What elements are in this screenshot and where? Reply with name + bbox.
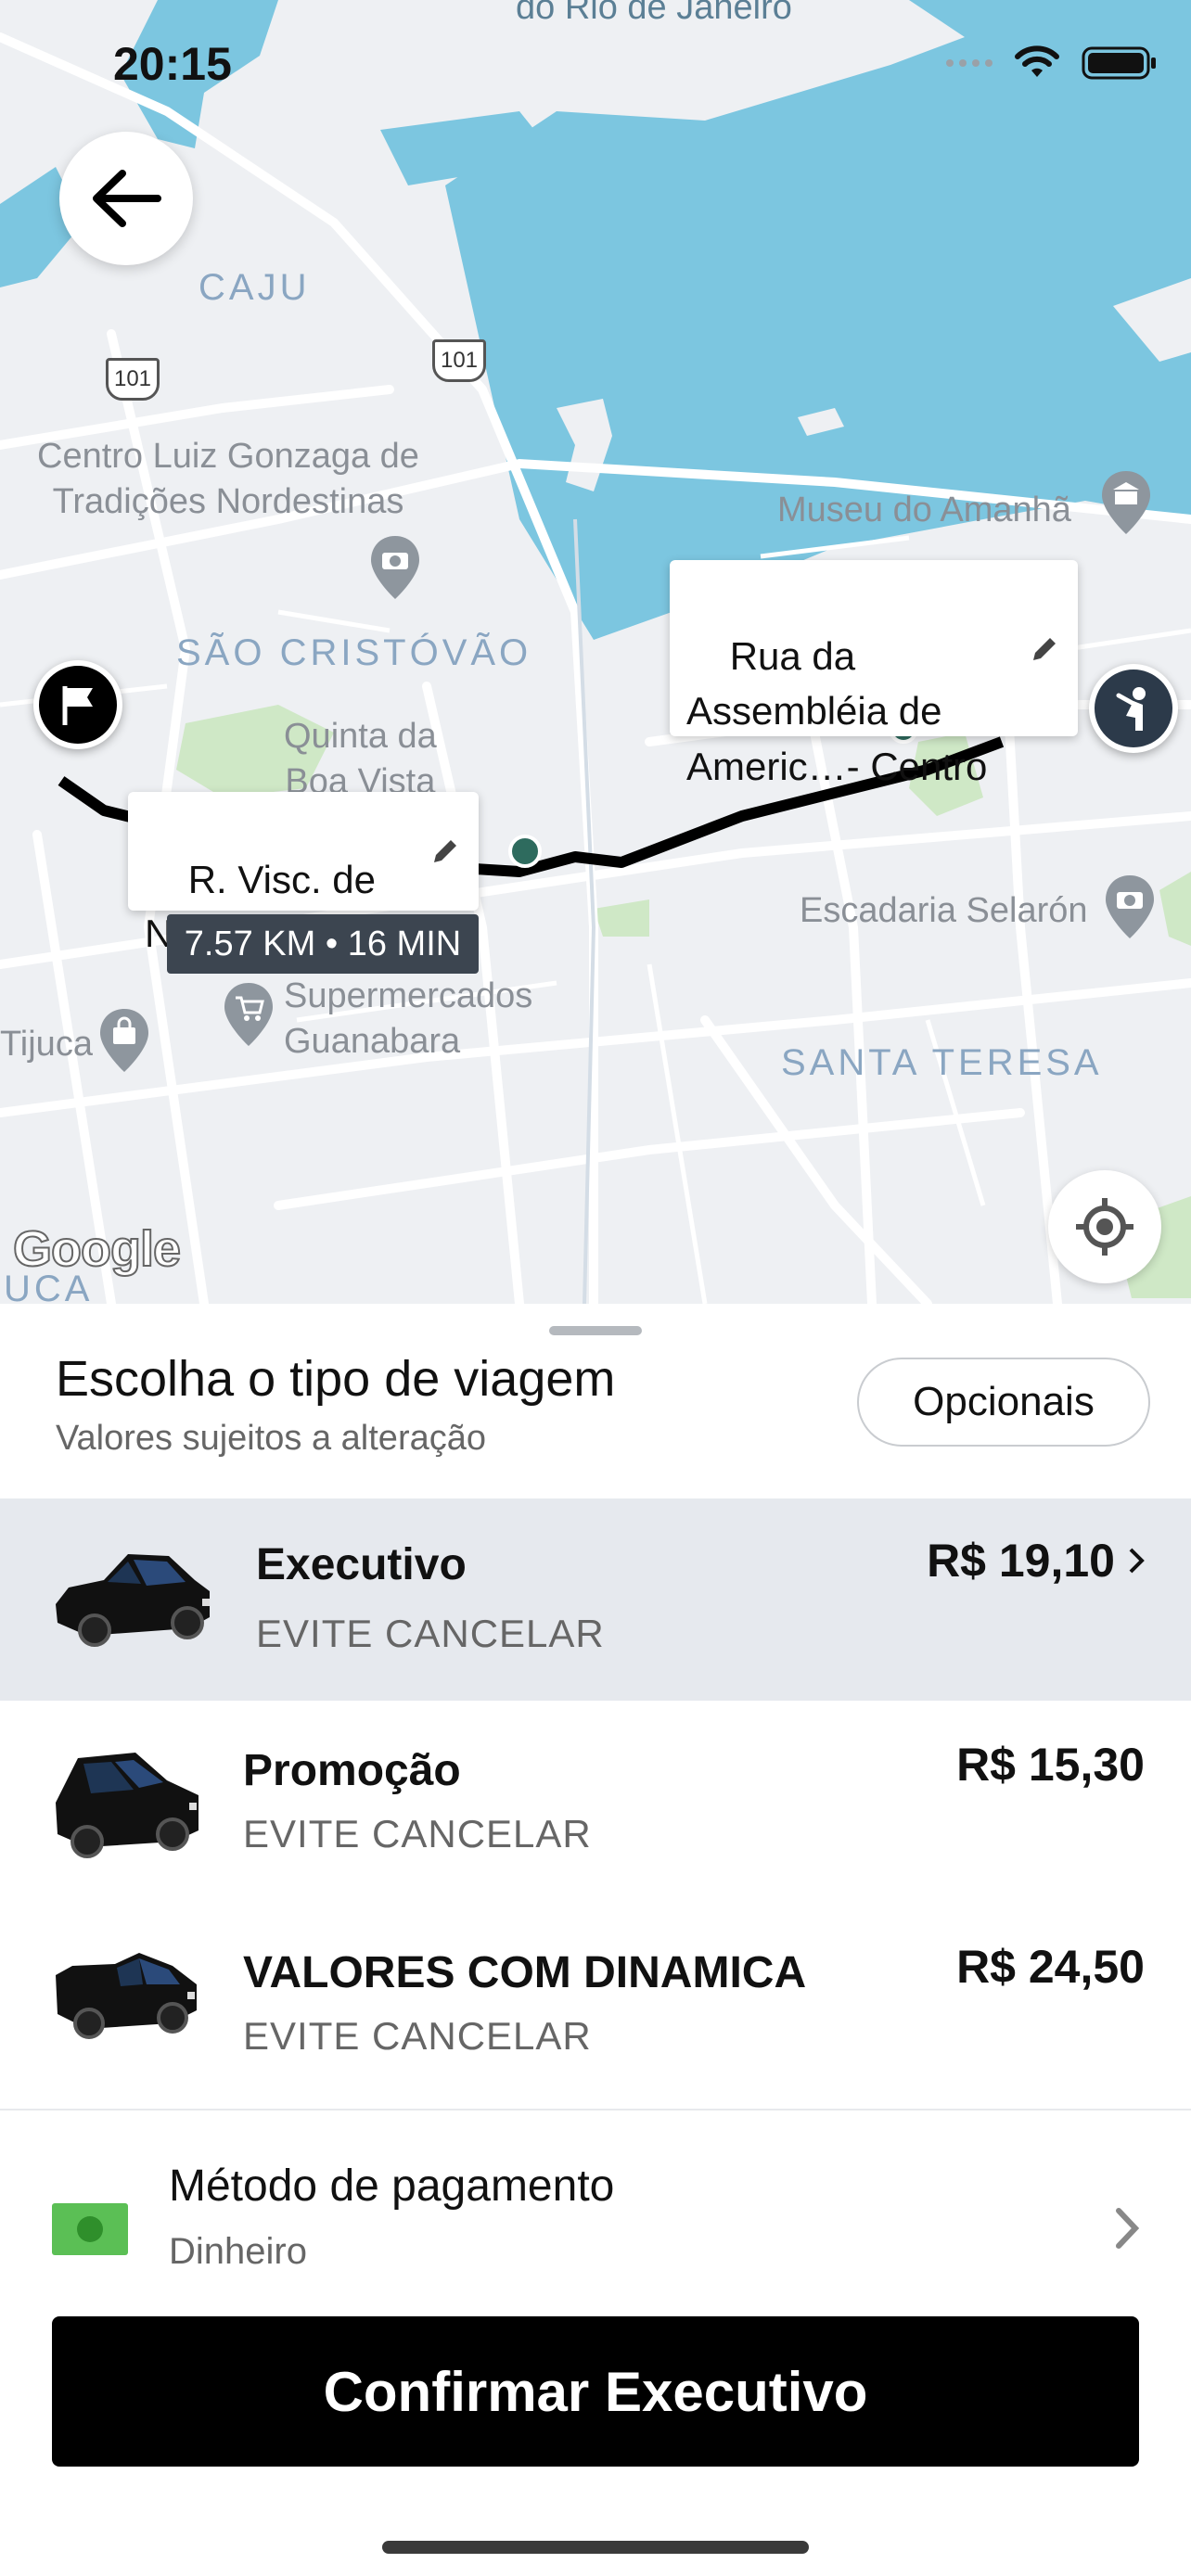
payment-title: Método de pagamento: [169, 2162, 615, 2211]
camera-poi-icon: [371, 536, 419, 599]
sheet-title: Escolha o tipo de viagem: [56, 1351, 616, 1407]
ride-option-executivo[interactable]: Executivo EVITE CANCELAR R$ 19,10: [0, 1498, 1191, 1701]
map-district-label: SÃO CRISTÓVÃO: [176, 632, 532, 673]
car-icon: [56, 1554, 210, 1647]
flag-icon: [62, 686, 93, 725]
options-button[interactable]: Opcionais: [857, 1358, 1150, 1447]
ride-note: EVITE CANCELAR: [256, 1612, 605, 1655]
wifi-icon: [1015, 45, 1059, 77]
ride-selection-sheet: Escolha o tipo de viagem Valores sujeito…: [0, 1304, 1191, 2576]
ride-name: VALORES COM DINAMICA: [243, 1948, 807, 1997]
signal-icon: [946, 59, 992, 67]
crosshair-icon: [1076, 1198, 1133, 1256]
ride-price: R$ 15,30: [956, 1739, 1145, 1791]
route-shield: 101: [432, 339, 486, 382]
home-indicator[interactable]: [382, 2541, 809, 2554]
back-button[interactable]: [59, 132, 193, 265]
ride-price: R$ 24,50: [956, 1941, 1145, 1993]
chevron-right-icon: [1129, 1548, 1145, 1574]
car-icon: [56, 1953, 197, 2039]
map-label: Tijuca: [0, 1025, 93, 1064]
cash-icon: [52, 2203, 128, 2255]
destination-address-card[interactable]: Rua da Assembléia de Americ…- Centro: [670, 560, 1078, 788]
sheet-grabber[interactable]: [549, 1326, 642, 1335]
ride-option-promocao[interactable]: Promoção EVITE CANCELAR R$ 15,30: [0, 1701, 1191, 1903]
chevron-right-icon: [1116, 2208, 1140, 2249]
payment-method-row[interactable]: Método de pagamento Dinheiro: [0, 2138, 1191, 2315]
map-district-label: SANTA TERESA: [781, 1042, 1103, 1083]
ride-name: Promoção: [243, 1746, 461, 1795]
destination-marker[interactable]: [1089, 664, 1178, 753]
museum-poi-icon: [1102, 471, 1150, 534]
map-label: Centro Luiz Gonzaga de Tradições Nordest…: [37, 437, 419, 522]
ride-note: EVITE CANCELAR: [243, 1812, 592, 1855]
map-label: Museu do Amanhã: [777, 491, 1071, 529]
map-label: Escadaria Selarón: [800, 891, 1088, 930]
pencil-icon[interactable]: [1028, 632, 1061, 666]
ride-name: Executivo: [256, 1540, 467, 1589]
status-icons: [946, 45, 1158, 82]
map-district-label: CAJU: [198, 267, 311, 308]
pencil-icon[interactable]: [429, 835, 462, 868]
sheet-subtitle: Valores sujeitos a alteração: [56, 1419, 486, 1458]
camera-poi-icon: [1106, 875, 1154, 938]
ride-note: EVITE CANCELAR: [243, 2014, 592, 2058]
route-shield: 101: [106, 358, 160, 401]
payment-value: Dinheiro: [169, 2231, 307, 2272]
map-label: Supermercados Guanabara: [284, 976, 533, 1062]
map-label: do Rio de Janeiro: [516, 0, 792, 27]
pickup-address-card[interactable]: R. Visc. de Niterói, 1072: [128, 792, 479, 955]
status-time: 20:15: [113, 38, 232, 90]
google-logo: Google: [12, 1220, 182, 1278]
cart-poi-icon: [224, 983, 273, 1046]
map-view[interactable]: 101 101 do Rio de Janeiro CAJU Centro Lu…: [0, 0, 1191, 1304]
ride-price: R$ 19,10: [927, 1535, 1115, 1587]
arrow-left-icon: [93, 170, 161, 227]
car-icon: [56, 1753, 198, 1858]
destination-address: Rua da Assembléia de Americ…- Centro: [686, 633, 988, 788]
ride-price-row: R$ 19,10: [927, 1534, 1145, 1588]
battery-icon: [1082, 46, 1156, 80]
ride-option-valores-com-dinamica[interactable]: VALORES COM DINAMICA EVITE CANCELAR R$ 2…: [0, 1903, 1191, 2105]
pickup-marker[interactable]: [33, 660, 122, 749]
shopping-bag-poi-icon: [100, 1009, 148, 1072]
my-location-button[interactable]: [1048, 1170, 1161, 1283]
person-waving-icon: [1116, 687, 1146, 731]
confirm-ride-button[interactable]: Confirmar Executivo: [52, 2316, 1139, 2467]
eta-badge: 7.57 KM • 16 MIN: [167, 914, 479, 974]
divider: [0, 2109, 1191, 2111]
